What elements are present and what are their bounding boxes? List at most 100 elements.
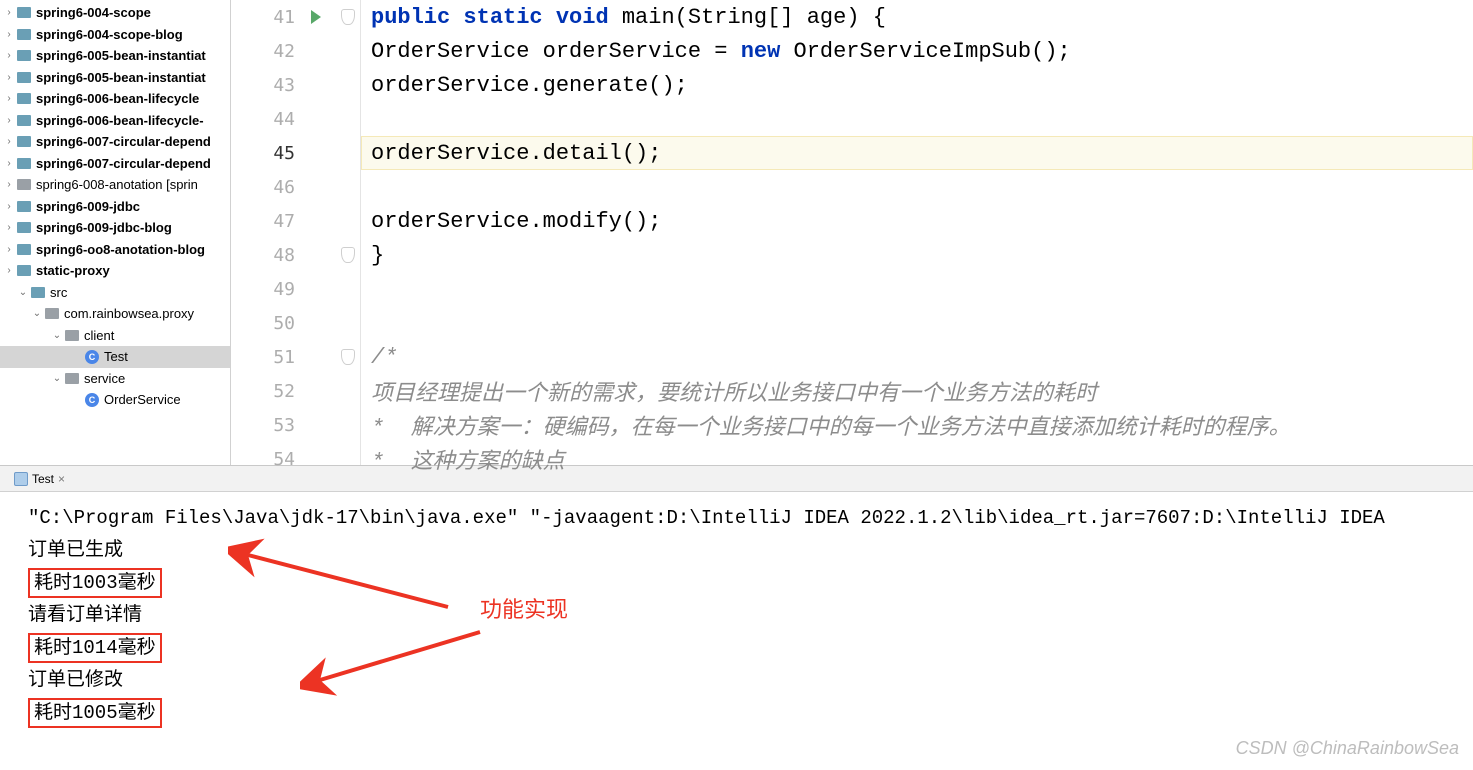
code-token: (); [622, 141, 662, 166]
gutter-line[interactable]: 51 [231, 340, 360, 374]
run-config-icon [14, 472, 28, 486]
tree-item[interactable]: › spring6-005-bean-instantiat [0, 67, 230, 89]
code-line[interactable]: orderService.modify(); [361, 204, 1473, 238]
tree-item-label: spring6-005-bean-instantiat [36, 70, 206, 85]
main-area: ›spring6-004-scope›spring6-004-scope-blo… [0, 0, 1473, 465]
code-line[interactable]: public static void main(String[] age) { [361, 0, 1473, 34]
tree-item-label: spring6-005-bean-instantiat [36, 48, 206, 63]
code-line[interactable]: OrderService orderService = new OrderSer… [361, 34, 1473, 68]
gutter-line[interactable]: 48 [231, 238, 360, 272]
tree-item[interactable]: ›spring6-009-jdbc [0, 196, 230, 218]
tree-item[interactable]: ⌄client [0, 325, 230, 347]
code-line[interactable] [361, 170, 1473, 204]
console-command-line: "C:\Program Files\Java\jdk-17\bin\java.e… [28, 502, 1449, 534]
code-line[interactable]: /* [361, 340, 1473, 374]
class-icon: C [84, 349, 100, 365]
tree-item[interactable]: ›spring6-006-bean-lifecycle- [0, 110, 230, 132]
run-tab[interactable]: Test × [6, 470, 73, 488]
tree-item[interactable]: ›spring6-009-jdbc-blog [0, 217, 230, 239]
code-token: 项目经理提出一个新的需求，要统计所以业务接口中有一个业务方法的耗时 [371, 375, 1097, 407]
code-line[interactable]: * 解决方案一：硬编码，在每一个业务接口中的每一个业务方法中直接添加统计耗时的程… [361, 408, 1473, 442]
tree-item-label: service [84, 371, 125, 386]
method-shield-icon [341, 9, 355, 25]
code-line[interactable] [361, 272, 1473, 306]
code-editor[interactable]: 4142434445464748495051525354 public stat… [231, 0, 1473, 465]
tree-item[interactable]: CTest [0, 346, 230, 368]
gutter-line[interactable]: 42 [231, 34, 360, 68]
tree-item[interactable]: ⌄ src [0, 282, 230, 304]
tree-item-label: spring6-007-circular-depend [36, 156, 211, 171]
chevron-right-icon: › [4, 136, 14, 147]
tree-item[interactable]: ›spring6-006-bean-lifecycle [0, 88, 230, 110]
code-line[interactable]: orderService.detail(); [361, 136, 1473, 170]
code-line[interactable]: } [361, 238, 1473, 272]
code-line[interactable]: 项目经理提出一个新的需求，要统计所以业务接口中有一个业务方法的耗时 [361, 374, 1473, 408]
chevron-right-icon: › [4, 50, 14, 61]
gutter-line[interactable]: 45 [231, 136, 360, 170]
folder-icon [16, 241, 32, 257]
folder-icon [16, 48, 32, 64]
folder-icon [64, 327, 80, 343]
tree-item-label: static-proxy [36, 263, 110, 278]
tree-item-label: spring6-008-anotation [sprin [36, 177, 198, 192]
tree-item[interactable]: ⌄com.rainbowsea.proxy [0, 303, 230, 325]
chevron-right-icon: › [4, 7, 14, 18]
code-token: OrderServiceImpSub [794, 39, 1032, 64]
highlighted-output: 耗时1005毫秒 [28, 698, 162, 728]
tree-item[interactable]: ›spring6-007-circular-depend [0, 153, 230, 175]
code-token: (); [1031, 39, 1071, 64]
gutter-line[interactable]: 50 [231, 306, 360, 340]
folder-icon [16, 69, 32, 85]
gutter-line[interactable]: 54 [231, 442, 360, 476]
gutter-line[interactable]: 46 [231, 170, 360, 204]
tree-item[interactable]: ›static-proxy [0, 260, 230, 282]
tree-item[interactable]: › spring6-005-bean-instantiat [0, 45, 230, 67]
gutter-line[interactable]: 47 [231, 204, 360, 238]
code-line[interactable]: * 这种方案的缺点 [361, 442, 1473, 476]
tree-item[interactable]: ›spring6-oo8-anotation-blog [0, 239, 230, 261]
tree-item[interactable]: ›spring6-007-circular-depend [0, 131, 230, 153]
code-line[interactable] [361, 102, 1473, 136]
tree-item[interactable]: ›spring6-004-scope [0, 2, 230, 24]
chevron-down-icon: ⌄ [18, 287, 28, 298]
code-token: ( [675, 5, 688, 30]
code-area[interactable]: public static void main(String[] age) { … [361, 0, 1473, 465]
code-token: (); [622, 209, 662, 234]
code-token: = [714, 39, 740, 64]
gutter-line[interactable]: 52 [231, 374, 360, 408]
chevron-right-icon: › [4, 115, 14, 126]
highlighted-output: 耗时1003毫秒 [28, 568, 162, 598]
project-tree[interactable]: ›spring6-004-scope›spring6-004-scope-blo… [0, 0, 231, 465]
highlighted-output: 耗时1014毫秒 [28, 633, 162, 663]
tree-item-label: spring6-oo8-anotation-blog [36, 242, 205, 257]
console-line: 订单已修改 [28, 664, 1449, 696]
code-token: * 这种方案的缺点 [371, 443, 565, 475]
close-icon[interactable]: × [58, 472, 65, 486]
tree-item-label: src [50, 285, 67, 300]
gutter-line[interactable]: 44 [231, 102, 360, 136]
chevron-right-icon: › [4, 72, 14, 83]
chevron-right-icon: › [4, 222, 14, 233]
gutter-line[interactable]: 49 [231, 272, 360, 306]
console-line: 耗时1005毫秒 [28, 696, 1449, 729]
editor-gutter: 4142434445464748495051525354 [231, 0, 361, 465]
gutter-line[interactable]: 53 [231, 408, 360, 442]
watermark: CSDN @ChinaRainbowSea [1236, 732, 1459, 764]
code-token: . [529, 141, 542, 166]
folder-icon [16, 5, 32, 21]
code-line[interactable]: orderService.generate(); [361, 68, 1473, 102]
code-line[interactable] [361, 306, 1473, 340]
tree-item[interactable]: COrderService [0, 389, 230, 411]
console-output[interactable]: "C:\Program Files\Java\jdk-17\bin\java.e… [0, 492, 1473, 770]
tree-item-label: spring6-004-scope-blog [36, 27, 183, 42]
folder-icon [16, 134, 32, 150]
tree-item-label: com.rainbowsea.proxy [64, 306, 194, 321]
tree-item[interactable]: ›spring6-004-scope-blog [0, 24, 230, 46]
gutter-line[interactable]: 41 [231, 0, 360, 34]
tree-item[interactable]: ⌄service [0, 368, 230, 390]
code-token: orderService [371, 73, 529, 98]
gutter-line[interactable]: 43 [231, 68, 360, 102]
run-gutter-icon[interactable] [311, 10, 321, 24]
code-token: orderService [543, 39, 715, 64]
tree-item[interactable]: ›spring6-008-anotation [sprin [0, 174, 230, 196]
